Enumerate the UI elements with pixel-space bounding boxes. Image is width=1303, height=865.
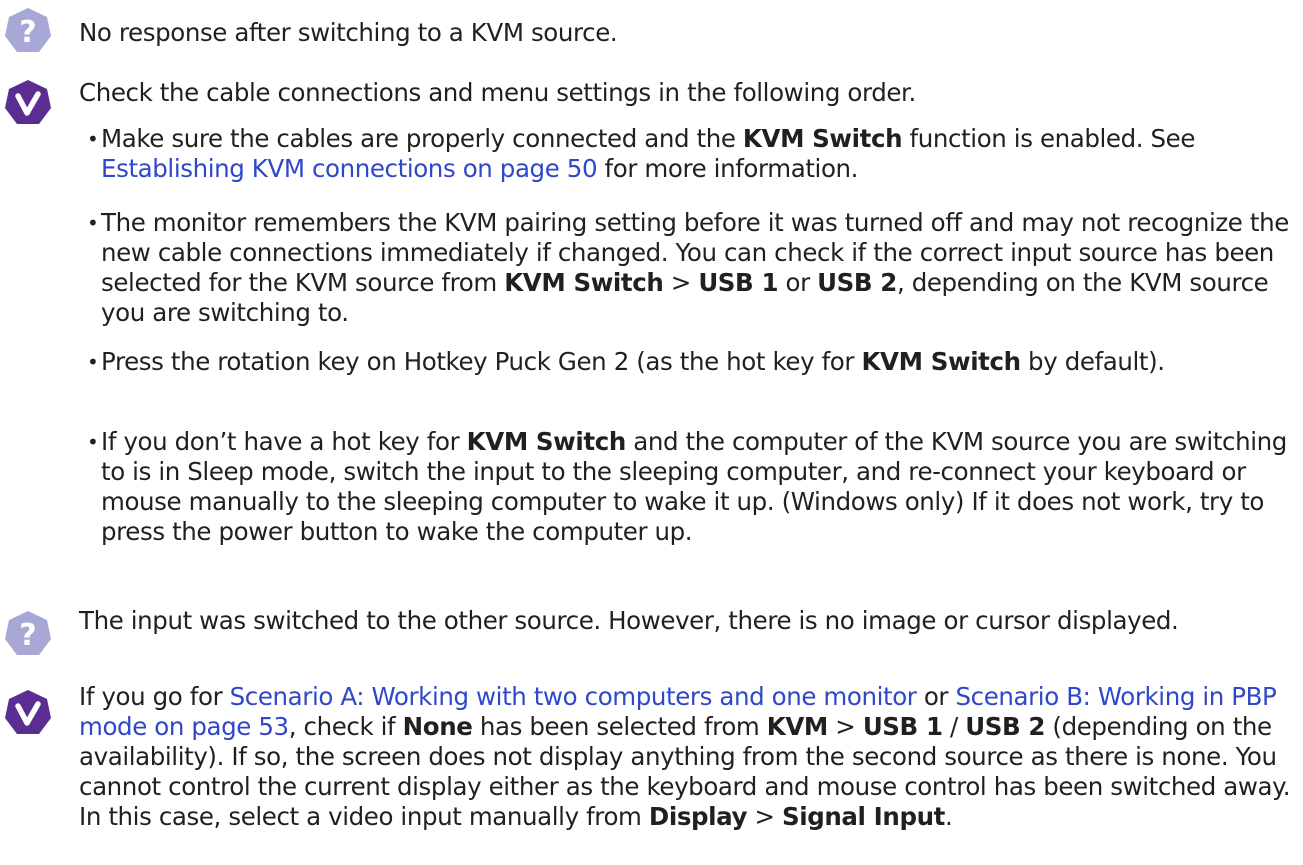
bullet-1: • Make sure the cables are properly conn…	[87, 124, 1196, 183]
answer-2: If you go for Scenario A: Working with t…	[79, 682, 1291, 831]
link-establishing-kvm[interactable]: Establishing KVM connections on page 50	[101, 154, 598, 183]
bullet-4: • If you don’t have a hot key for KVM Sw…	[87, 427, 1287, 546]
answer-1-intro: Check the cable connections and menu set…	[79, 78, 916, 107]
svg-text:?: ?	[19, 618, 36, 653]
link-scenario-a[interactable]: Scenario A: Working with two computers a…	[230, 682, 917, 711]
bullet-2: • The monitor remembers the KVM pairing …	[87, 208, 1289, 327]
question-2: The input was switched to the other sour…	[79, 606, 1179, 635]
question-mark-icon: ?	[5, 8, 51, 52]
bullet-3: • Press the rotation key on Hotkey Puck …	[87, 347, 1165, 376]
checkmark-icon	[5, 80, 51, 124]
question-mark-icon: ?	[5, 611, 51, 655]
svg-text:?: ?	[19, 15, 36, 50]
checkmark-icon	[5, 690, 51, 734]
question-1: No response after switching to a KVM sou…	[79, 18, 618, 47]
